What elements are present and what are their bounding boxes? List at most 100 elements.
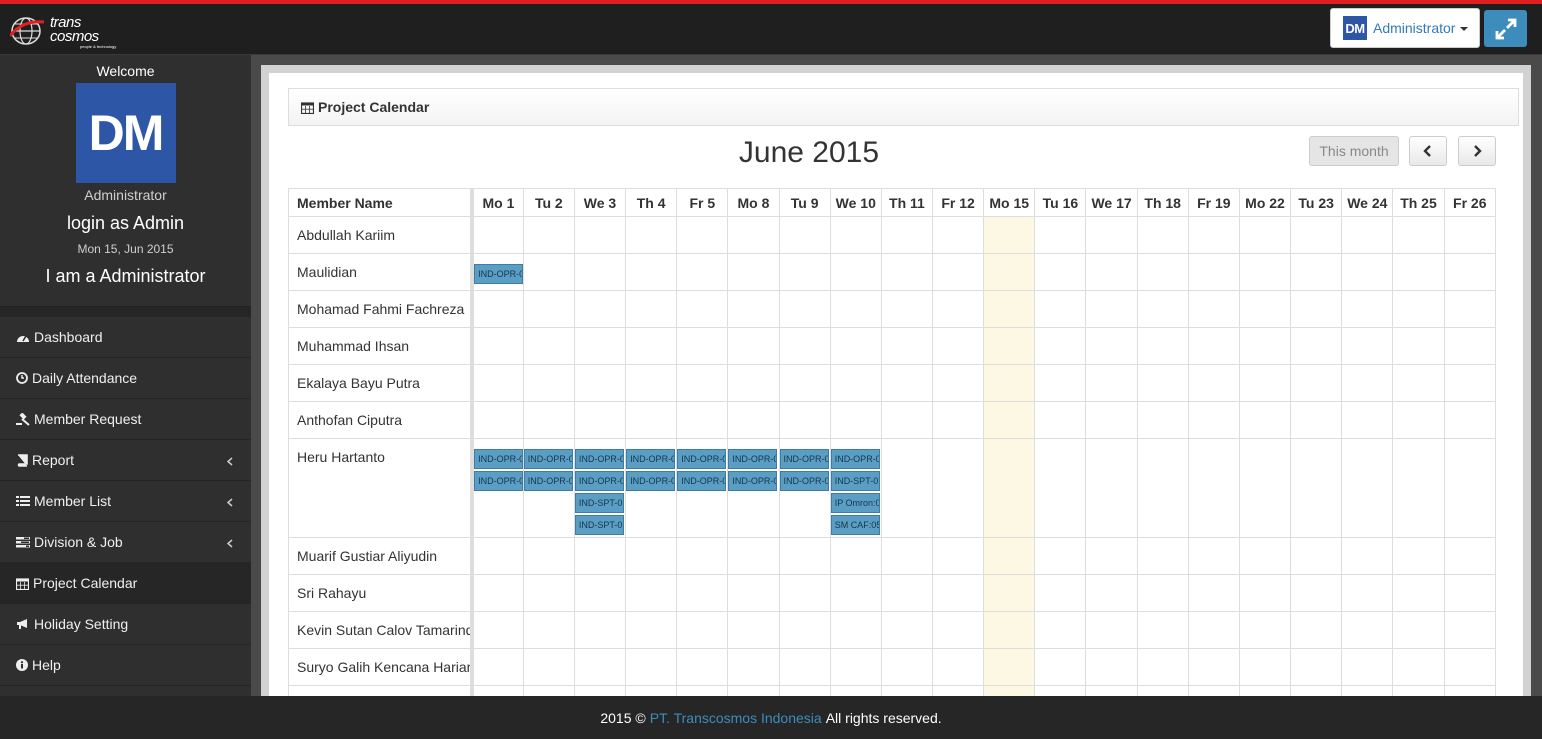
prev-month-button[interactable] — [1409, 136, 1447, 166]
day-cell[interactable] — [1341, 216, 1394, 254]
day-cell[interactable] — [1443, 401, 1497, 439]
day-cell[interactable]: IND-OPR-0 IND-OPR-0 — [727, 438, 780, 538]
day-cell[interactable] — [676, 537, 729, 575]
day-cell[interactable] — [522, 611, 575, 649]
day-cell[interactable] — [778, 327, 831, 365]
day-cell[interactable] — [522, 327, 575, 365]
day-cell[interactable] — [1085, 327, 1138, 365]
day-cell[interactable] — [573, 327, 627, 365]
day-cell[interactable] — [1290, 611, 1343, 649]
day-cell[interactable] — [522, 537, 575, 575]
day-cell[interactable] — [983, 401, 1036, 439]
day-cell[interactable] — [471, 537, 524, 575]
day-cell[interactable] — [1290, 648, 1343, 686]
day-cell[interactable] — [625, 364, 678, 402]
day-cell[interactable] — [1290, 364, 1343, 402]
day-cell[interactable] — [727, 327, 780, 365]
day-cell[interactable] — [1341, 438, 1394, 538]
day-cell[interactable] — [1238, 537, 1292, 575]
day-cell[interactable] — [829, 648, 882, 686]
calendar-event[interactable]: IND-OPR-0 — [474, 449, 524, 469]
day-cell[interactable] — [880, 574, 934, 612]
day-cell[interactable] — [1034, 364, 1087, 402]
day-cell[interactable]: IND-OPR-0 IND-SPT-0 IP Omron:0 SM CAF:05 — [829, 438, 882, 538]
calendar-event[interactable]: IND-OPR-0 — [677, 471, 727, 491]
day-cell[interactable] — [727, 290, 780, 328]
day-cell[interactable]: IND-OPR-0 IND-OPR-0 — [522, 438, 575, 538]
day-cell[interactable] — [471, 648, 524, 686]
day-cell[interactable] — [727, 537, 780, 575]
day-cell[interactable]: IND-OPR-0 IND-OPR-0 — [625, 438, 678, 538]
day-cell[interactable] — [931, 401, 985, 439]
company-logo[interactable]: trans cosmos people & technology — [8, 14, 120, 50]
day-cell[interactable] — [1187, 685, 1240, 696]
calendar-event[interactable]: IND-OPR-0 — [474, 264, 524, 284]
day-cell[interactable] — [829, 290, 882, 328]
sidebar-item-project-calendar[interactable]: Project Calendar — [0, 563, 251, 604]
this-month-button[interactable]: This month — [1309, 136, 1399, 166]
day-cell[interactable] — [1443, 290, 1497, 328]
day-cell[interactable] — [625, 253, 678, 291]
day-cell[interactable] — [676, 216, 729, 254]
day-cell[interactable] — [1238, 216, 1292, 254]
day-cell[interactable] — [1341, 648, 1394, 686]
day-cell[interactable] — [1443, 537, 1497, 575]
day-cell[interactable] — [1341, 364, 1394, 402]
day-cell[interactable] — [778, 290, 831, 328]
day-cell[interactable] — [573, 685, 627, 696]
calendar-event[interactable]: IND-OPR-0 — [474, 471, 524, 491]
day-cell[interactable] — [471, 574, 524, 612]
sidebar-item-dashboard[interactable]: Dashboard — [0, 317, 251, 358]
day-cell[interactable] — [983, 438, 1036, 538]
day-cell[interactable] — [931, 290, 985, 328]
day-cell[interactable] — [880, 290, 934, 328]
day-cell[interactable] — [573, 364, 627, 402]
day-cell[interactable] — [1085, 253, 1138, 291]
day-cell[interactable] — [1136, 401, 1189, 439]
calendar-event[interactable]: IND-SPT-0 — [830, 471, 880, 491]
day-cell[interactable] — [676, 364, 729, 402]
day-cell[interactable]: IND-OPR-0 IND-OPR-0 — [471, 438, 524, 538]
day-cell[interactable] — [1085, 364, 1138, 402]
day-cell[interactable] — [573, 537, 627, 575]
day-cell[interactable] — [573, 574, 627, 612]
day-cell[interactable] — [727, 574, 780, 612]
calendar-event[interactable]: IND-OPR-0 — [779, 449, 829, 469]
day-cell[interactable] — [1085, 216, 1138, 254]
day-cell[interactable] — [1136, 438, 1189, 538]
calendar-event[interactable]: IND-OPR-0 — [626, 471, 676, 491]
next-month-button[interactable] — [1458, 136, 1496, 166]
day-cell[interactable] — [727, 401, 780, 439]
day-cell[interactable] — [1187, 364, 1240, 402]
day-cell[interactable] — [1238, 611, 1292, 649]
day-cell[interactable] — [1443, 685, 1497, 696]
day-cell[interactable] — [573, 401, 627, 439]
day-cell[interactable] — [471, 685, 524, 696]
day-cell[interactable] — [983, 327, 1036, 365]
day-cell[interactable]: IND-OPR-0 — [471, 253, 524, 291]
day-cell[interactable] — [1290, 685, 1343, 696]
day-cell[interactable] — [1392, 574, 1445, 612]
day-cell[interactable] — [727, 364, 780, 402]
day-cell[interactable] — [1238, 685, 1292, 696]
day-cell[interactable] — [625, 611, 678, 649]
day-cell[interactable] — [880, 216, 934, 254]
day-cell[interactable] — [829, 401, 882, 439]
day-cell[interactable] — [1341, 290, 1394, 328]
day-cell[interactable] — [1136, 685, 1189, 696]
day-cell[interactable] — [625, 216, 678, 254]
day-cell[interactable] — [471, 401, 524, 439]
day-cell[interactable] — [983, 537, 1036, 575]
day-cell[interactable] — [778, 611, 831, 649]
day-cell[interactable] — [1290, 253, 1343, 291]
day-cell[interactable] — [1034, 290, 1087, 328]
day-cell[interactable] — [676, 648, 729, 686]
day-cell[interactable]: IND-OPR-0 IND-OPR-0 IND-SPT-0 IND-SPT-0 — [573, 438, 627, 538]
day-cell[interactable] — [983, 685, 1036, 696]
day-cell[interactable] — [1034, 537, 1087, 575]
day-cell[interactable] — [1392, 253, 1445, 291]
day-cell[interactable]: IND-OPR-0 IND-OPR-0 — [778, 438, 831, 538]
day-cell[interactable] — [931, 611, 985, 649]
day-cell[interactable] — [676, 253, 729, 291]
sidebar-item-member-list[interactable]: Member List — [0, 481, 251, 522]
